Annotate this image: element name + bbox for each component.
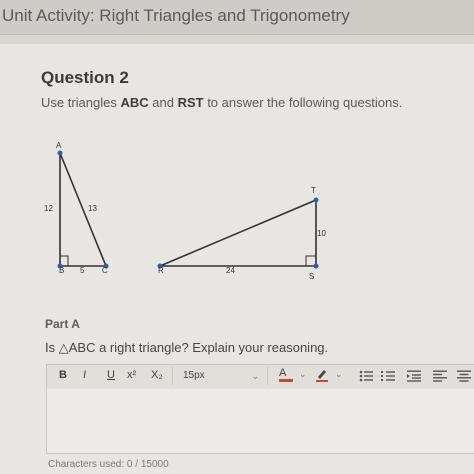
vertex-s-label: S	[309, 272, 315, 281]
triangle-abc-shape	[59, 152, 108, 267]
indent-button[interactable]	[407, 370, 421, 385]
bulleted-list-icon	[359, 370, 373, 382]
numbered-list-button[interactable]	[381, 370, 395, 385]
underline-button[interactable]: U	[107, 369, 115, 381]
vertex-a-label: A	[56, 141, 62, 150]
bold-button[interactable]: B	[59, 369, 67, 381]
part-a-question: Is △ABC a right triangle? Explain your r…	[45, 340, 329, 355]
vertex-c-label: C	[102, 266, 108, 275]
indent-icon	[407, 370, 421, 382]
editor-toolbar: B I U x² X₂ 15px ⌄ A ⌄ ⌄	[46, 364, 474, 390]
highlighter-icon	[316, 370, 328, 382]
chevron-down-icon: ⌄	[251, 371, 259, 381]
font-color-label: A	[279, 367, 287, 379]
vertex-a-dot	[57, 150, 63, 156]
superscript-button[interactable]: x²	[127, 369, 136, 381]
vertex-r-label: R	[158, 266, 164, 275]
vertex-t-dot	[313, 197, 319, 203]
align-center-button[interactable]	[457, 370, 471, 385]
vertex-t-label: T	[311, 186, 316, 195]
highlight-chevron-icon[interactable]: ⌄	[335, 369, 343, 380]
highlight-button[interactable]	[315, 367, 329, 386]
side-bc-label: 5	[80, 266, 85, 275]
font-size-value: 15px	[183, 370, 205, 381]
bulleted-list-button[interactable]	[359, 370, 373, 385]
side-rs-label: 24	[226, 266, 235, 275]
align-left-icon	[433, 370, 447, 382]
vertex-s-dot	[313, 263, 319, 269]
subscript-button[interactable]: X₂	[151, 369, 163, 381]
answer-editor[interactable]	[46, 389, 474, 454]
italic-button[interactable]: I	[83, 369, 86, 381]
vertex-b-label: B	[59, 266, 65, 275]
part-a-label: Part A	[45, 317, 80, 331]
font-color-button[interactable]: A	[279, 367, 293, 382]
side-ab-label: 12	[44, 204, 53, 213]
side-st-label: 10	[317, 229, 326, 238]
character-counter: Characters used: 0 / 15000	[48, 459, 169, 470]
triangle-rst-shape	[159, 198, 317, 267]
font-size-select[interactable]: 15px ⌄	[172, 367, 268, 385]
side-ac-label: 13	[88, 204, 97, 213]
numbered-list-icon	[381, 371, 395, 381]
align-left-button[interactable]	[433, 370, 447, 385]
font-color-bar	[279, 379, 293, 382]
font-color-chevron-icon[interactable]: ⌄	[299, 369, 307, 380]
align-center-icon	[457, 370, 471, 382]
